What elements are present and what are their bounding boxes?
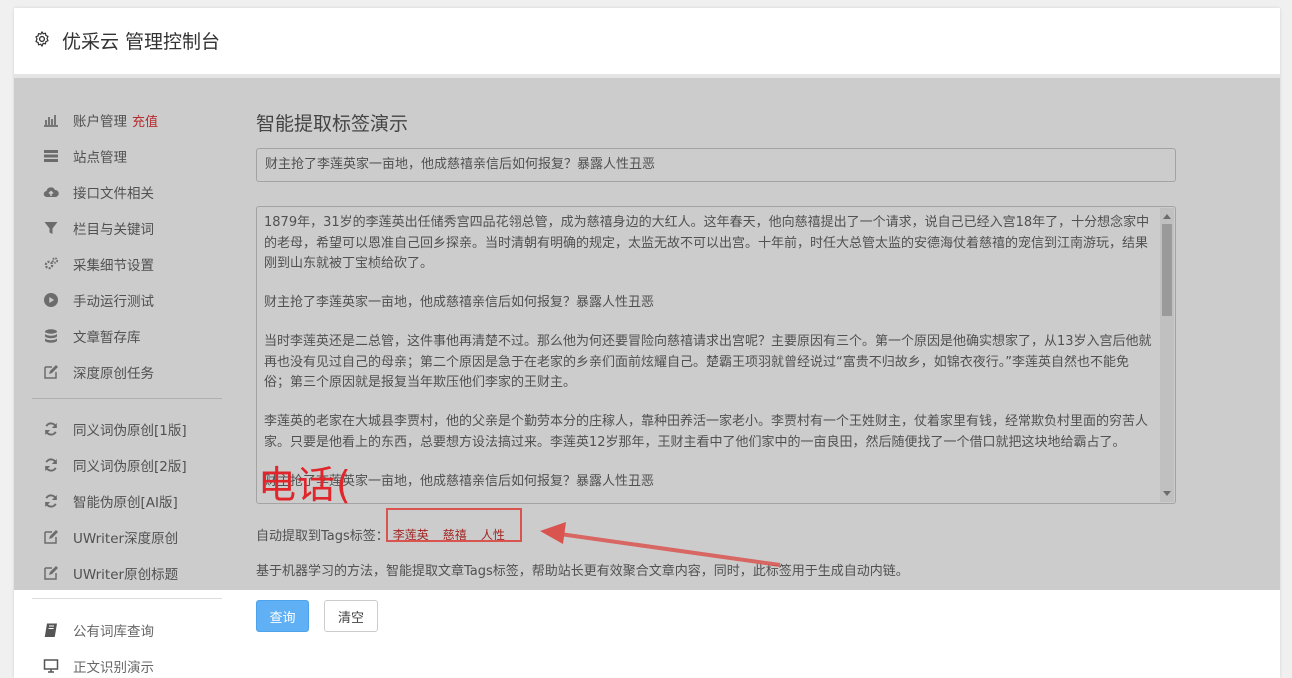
title-input[interactable]: 财主抢了李莲英家一亩地，他成慈禧亲信后如何报复？暴露人性丑恶 xyxy=(256,148,1176,182)
server-icon xyxy=(44,150,58,162)
description-text: 基于机器学习的方法，智能提取文章Tags标签，帮助站长更有效聚合文章内容，同时，… xyxy=(256,564,909,579)
article-paragraph: 李莲英的老家在大城县李贾村，他的父亲是个勤劳本分的庄稼人，靠种田养活一家老小。李… xyxy=(264,414,1149,450)
sidebar-item-label: 账户管理 xyxy=(73,114,127,130)
sidebar-item-label: 公有词库查询 xyxy=(73,624,154,640)
sidebar-item-interface-files[interactable]: 接口文件相关 xyxy=(32,180,154,204)
play-icon xyxy=(44,293,58,307)
article-paragraph: 财主抢了李莲英家一亩地，他成慈禧亲信后如何报复？暴露人性丑恶 xyxy=(264,295,655,310)
sidebar-item-label: 同义词伪原创[2版] xyxy=(73,459,187,475)
sidebar-item-synonym-v2[interactable]: 同义词伪原创[2版] xyxy=(32,453,187,477)
sidebar-item-article-store[interactable]: 文章暂存库 xyxy=(32,324,141,348)
sidebar-item-label: 深度原创任务 xyxy=(73,366,154,382)
console-card: 优采云 管理控制台 账户管理 充值 站点管理 接口文件相关 栏目与关键词 采集细… xyxy=(14,8,1280,678)
sidebar-item-label: UWriter原创标题 xyxy=(73,567,179,583)
clear-button[interactable]: 清空 xyxy=(324,600,378,632)
sidebar-item-uwriter-title[interactable]: UWriter原创标题 xyxy=(32,561,178,585)
scroll-thumb[interactable] xyxy=(1162,224,1172,316)
sidebar-item-label: 栏目与关键词 xyxy=(73,222,154,238)
scroll-down-icon[interactable] xyxy=(1163,491,1171,496)
sidebar-divider xyxy=(32,598,222,599)
sidebar-item-public-lexicon[interactable]: 公有词库查询 xyxy=(32,618,154,642)
bar-chart-icon xyxy=(44,115,58,127)
edit-icon xyxy=(44,530,58,544)
edit-icon xyxy=(44,365,58,379)
page-title: 智能提取标签演示 xyxy=(256,113,409,135)
sidebar-item-label: 手动运行测试 xyxy=(73,294,154,310)
gears-icon xyxy=(44,257,59,270)
sidebar-item-label: 正文识别演示 xyxy=(73,660,154,676)
article-textarea[interactable]: 1879年，31岁的李莲英出任储秀宫四品花翎总管，成为慈禧身边的大红人。这年春天… xyxy=(256,206,1176,504)
cloud-upload-icon xyxy=(43,187,59,198)
gear-icon xyxy=(35,31,49,47)
sidebar-item-label: 同义词伪原创[1版] xyxy=(73,423,187,439)
sidebar-item-manual-run[interactable]: 手动运行测试 xyxy=(32,288,154,312)
page-header-title: 优采云 管理控制台 xyxy=(62,31,221,53)
sidebar-item-text-recognition[interactable]: 正文识别演示 xyxy=(32,654,154,678)
database-icon xyxy=(45,329,57,343)
article-paragraph: 1879年，31岁的李莲英出任储秀宫四品花翎总管，成为慈禧身边的大红人。这年春天… xyxy=(264,215,1150,271)
sidebar-item-label: 采集细节设置 xyxy=(73,258,154,274)
annotation-text: 电话( xyxy=(258,463,352,507)
sidebar-item-deep-original[interactable]: 深度原创任务 xyxy=(32,360,154,384)
sidebar-item-collect-settings[interactable]: 采集细节设置 xyxy=(32,252,154,276)
sidebar-item-synonym-v1[interactable]: 同义词伪原创[1版] xyxy=(32,417,187,441)
annotation-highlight-box xyxy=(386,508,522,542)
scrollbar[interactable] xyxy=(1160,208,1174,502)
sidebar-item-label: 站点管理 xyxy=(73,150,127,166)
sidebar-item-label: UWriter深度原创 xyxy=(73,531,179,547)
filter-icon xyxy=(44,222,58,234)
article-paragraph: 财主抢了李莲英家一亩地，他成慈禧亲信后如何报复？暴露人性丑恶 xyxy=(264,473,655,489)
sidebar-item-ai-rewrite[interactable]: 智能伪原创[AI版] xyxy=(32,489,178,513)
article-text: 1879年，31岁的李莲英出任储秀宫四品花翎总管，成为慈禧身边的大红人。这年春天… xyxy=(264,213,1154,503)
sidebar-item-uwriter-deep[interactable]: UWriter深度原创 xyxy=(32,525,178,549)
sidebar-item-label: 接口文件相关 xyxy=(73,186,154,202)
query-button[interactable]: 查询 xyxy=(256,600,309,632)
header-divider xyxy=(14,74,1280,78)
sidebar-item-label: 智能伪原创[AI版] xyxy=(73,495,178,511)
article-paragraph: 当时李莲英还是二总管，这件事他再清楚不过。那么他为何还要冒险向慈禧请求出宫呢？主… xyxy=(264,334,1152,390)
header: 优采云 管理控制台 xyxy=(14,8,1280,75)
sidebar-item-label: 文章暂存库 xyxy=(73,330,141,346)
refresh-icon xyxy=(45,494,57,508)
book-icon xyxy=(44,623,57,637)
edit-icon xyxy=(44,566,58,580)
scroll-up-icon[interactable] xyxy=(1163,214,1171,219)
sidebar-item-sites[interactable]: 站点管理 xyxy=(32,144,127,168)
recharge-link[interactable]: 充值 xyxy=(132,111,158,130)
refresh-icon xyxy=(45,422,57,436)
sidebar-divider xyxy=(32,398,222,399)
sidebar-item-columns-keywords[interactable]: 栏目与关键词 xyxy=(32,216,154,240)
monitor-icon xyxy=(43,659,59,673)
sidebar-item-account[interactable]: 账户管理 充值 xyxy=(32,108,158,132)
refresh-icon xyxy=(45,458,57,472)
tags-label: 自动提取到Tags标签： xyxy=(256,528,389,544)
